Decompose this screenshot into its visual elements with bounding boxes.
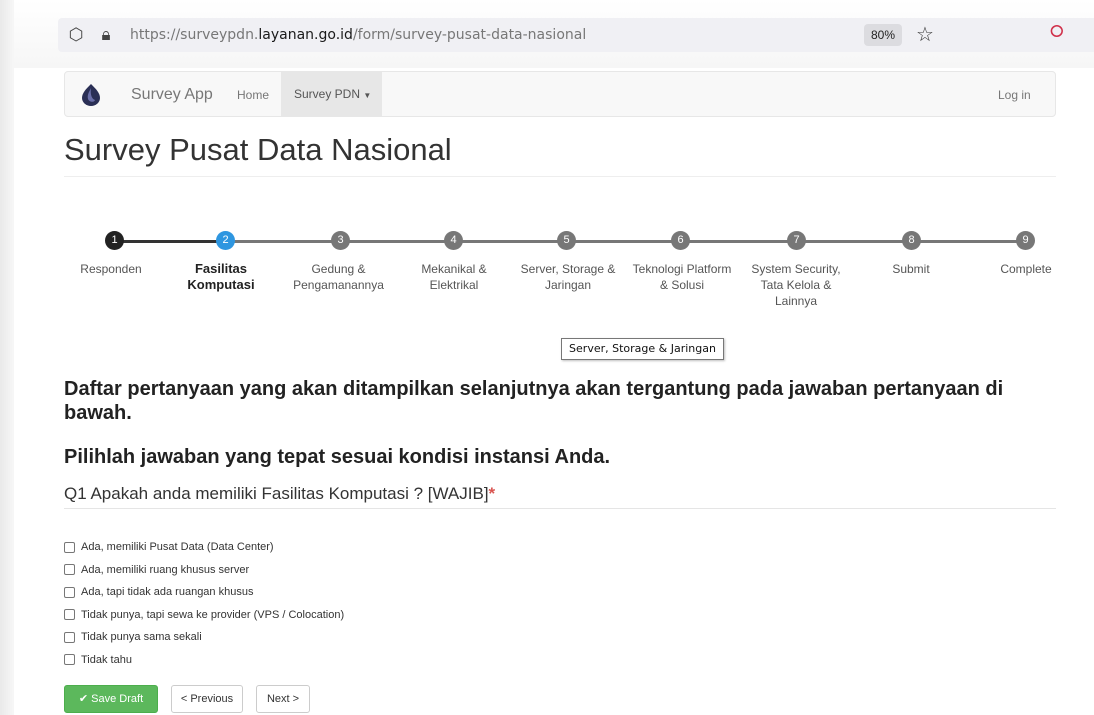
option-item[interactable]: Ada, tapi tidak ada ruangan khusus	[64, 581, 344, 604]
checkbox[interactable]	[64, 631, 75, 643]
step-9-label[interactable]: Complete	[986, 261, 1066, 277]
step-1-node[interactable]: 1	[105, 231, 124, 250]
save-draft-label: Save Draft	[91, 693, 144, 705]
pocket-icon[interactable]: ⭘	[1050, 22, 1064, 42]
step-tooltip: Server, Storage & Jaringan	[561, 338, 724, 360]
page-title: Survey Pusat Data Nasional	[64, 132, 452, 167]
question-q1: Q1 Apakah anda memiliki Fasilitas Komput…	[64, 484, 495, 504]
nav-survey-pdn-dropdown[interactable]: Survey PDN ▼	[281, 72, 382, 116]
browser-toolbar: ⬡ 🔒︎ https://surveypdn.layanan.go.id/for…	[14, 0, 1094, 68]
checkmark-icon: ✔	[78, 693, 89, 705]
lock-icon[interactable]: 🔒︎	[96, 24, 116, 46]
option-label: Ada, memiliki ruang khusus server	[81, 563, 250, 576]
option-item[interactable]: Ada, memiliki ruang khusus server	[64, 559, 344, 582]
step-6-node[interactable]: 6	[671, 231, 690, 250]
step-2-label[interactable]: Fasilitas Komputasi	[171, 261, 271, 293]
step-1-label[interactable]: Responden	[56, 261, 166, 277]
checkbox[interactable]	[64, 586, 75, 598]
divider	[64, 508, 1056, 509]
intro-text: Daftar pertanyaan yang akan ditampilkan …	[64, 378, 1004, 424]
option-label: Tidak punya sama sekali	[81, 631, 202, 644]
option-label: Tidak punya, tapi sewa ke provider (VPS …	[81, 608, 345, 621]
address-bar[interactable]: ⬡ 🔒︎ https://surveypdn.layanan.go.id/for…	[58, 18, 1094, 52]
step-8-label[interactable]: Submit	[861, 261, 961, 277]
step-wizard: 1 2 3 4 5 6 7 8 9 Responden Fasilitas Ko…	[64, 230, 1056, 330]
step-4-node[interactable]: 4	[444, 231, 463, 250]
step-3-node[interactable]: 3	[331, 231, 350, 250]
step-4-label[interactable]: Mekanikal & Elektrikal	[409, 261, 499, 293]
checkbox[interactable]	[64, 541, 75, 553]
caret-down-icon: ▼	[363, 91, 372, 100]
step-7-node[interactable]: 7	[787, 231, 806, 250]
zoom-level[interactable]: 80%	[864, 24, 902, 46]
save-draft-button[interactable]: ✔ Save Draft	[64, 685, 158, 713]
wizard-track-done	[114, 240, 224, 243]
checkbox[interactable]	[64, 564, 75, 576]
checkbox[interactable]	[64, 609, 75, 621]
step-8-node[interactable]: 8	[902, 231, 921, 250]
nav-home[interactable]: Home	[237, 88, 269, 102]
bookmark-star-icon[interactable]: ☆	[916, 22, 934, 47]
app-navbar: Survey App Home Survey PDN ▼ Log in	[64, 71, 1056, 117]
divider	[64, 176, 1056, 177]
previous-button[interactable]: < Previous	[171, 685, 243, 713]
nav-survey-label: Survey PDN	[294, 87, 361, 101]
next-button[interactable]: Next >	[256, 685, 310, 713]
question-text: Q1 Apakah anda memiliki Fasilitas Komput…	[64, 484, 489, 503]
option-label: Ada, memiliki Pusat Data (Data Center)	[81, 541, 274, 554]
step-7-label[interactable]: System Security, Tata Kelola & Lainnya	[744, 261, 848, 309]
option-label: Ada, tapi tidak ada ruangan khusus	[81, 586, 254, 599]
shield-icon[interactable]: ⬡	[66, 24, 86, 46]
step-5-node[interactable]: 5	[557, 231, 576, 250]
brand-name[interactable]: Survey App	[131, 86, 213, 104]
brand-logo-icon[interactable]	[82, 84, 100, 106]
step-6-label[interactable]: Teknologi Platform & Solusi	[630, 261, 734, 293]
step-5-label[interactable]: Server, Storage & Jaringan	[515, 261, 621, 293]
url-text[interactable]: https://surveypdn.layanan.go.id/form/sur…	[130, 27, 586, 43]
option-label: Tidak tahu	[81, 653, 132, 666]
option-item[interactable]: Tidak punya sama sekali	[64, 626, 344, 649]
login-link[interactable]: Log in	[998, 88, 1031, 102]
step-3-label[interactable]: Gedung & Pengamanannya	[286, 261, 391, 293]
required-mark: *	[488, 484, 496, 503]
options-list: Ada, memiliki Pusat Data (Data Center) A…	[64, 536, 344, 671]
window-shadow	[0, 0, 14, 715]
option-item[interactable]: Tidak punya, tapi sewa ke provider (VPS …	[64, 604, 344, 627]
step-2-node[interactable]: 2	[216, 231, 235, 250]
checkbox[interactable]	[64, 654, 75, 666]
instruction-text: Pilihlah jawaban yang tepat sesuai kondi…	[64, 446, 611, 468]
option-item[interactable]: Ada, memiliki Pusat Data (Data Center)	[64, 536, 344, 559]
step-9-node[interactable]: 9	[1016, 231, 1035, 250]
option-item[interactable]: Tidak tahu	[64, 649, 344, 672]
